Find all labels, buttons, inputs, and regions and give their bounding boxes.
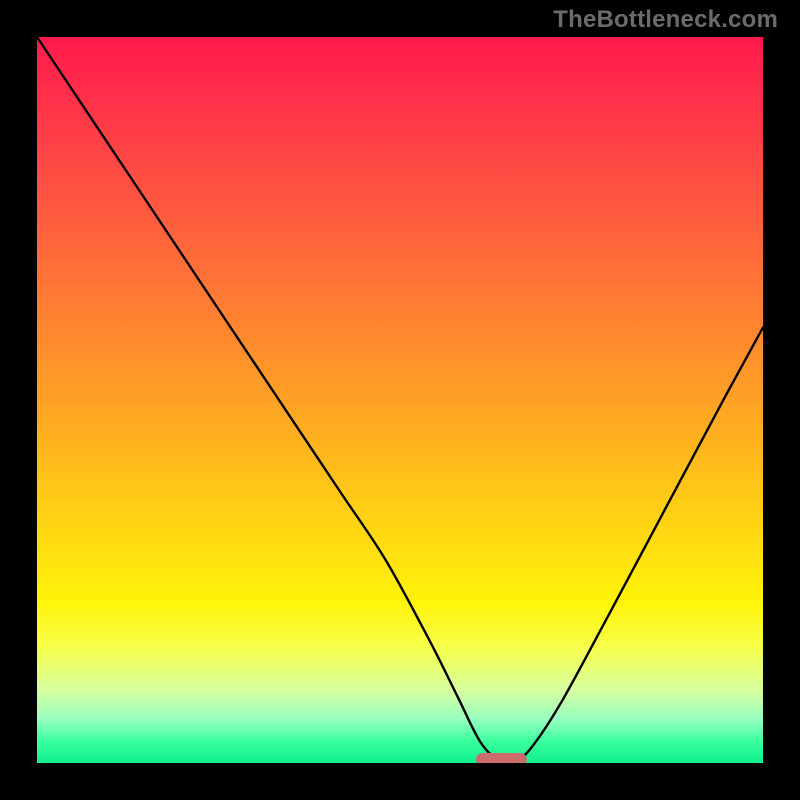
plot-area — [37, 37, 763, 763]
chart-frame: TheBottleneck.com — [0, 0, 800, 800]
watermark-text: TheBottleneck.com — [553, 6, 778, 34]
bottleneck-curve — [37, 37, 763, 763]
optimal-marker — [476, 753, 527, 763]
